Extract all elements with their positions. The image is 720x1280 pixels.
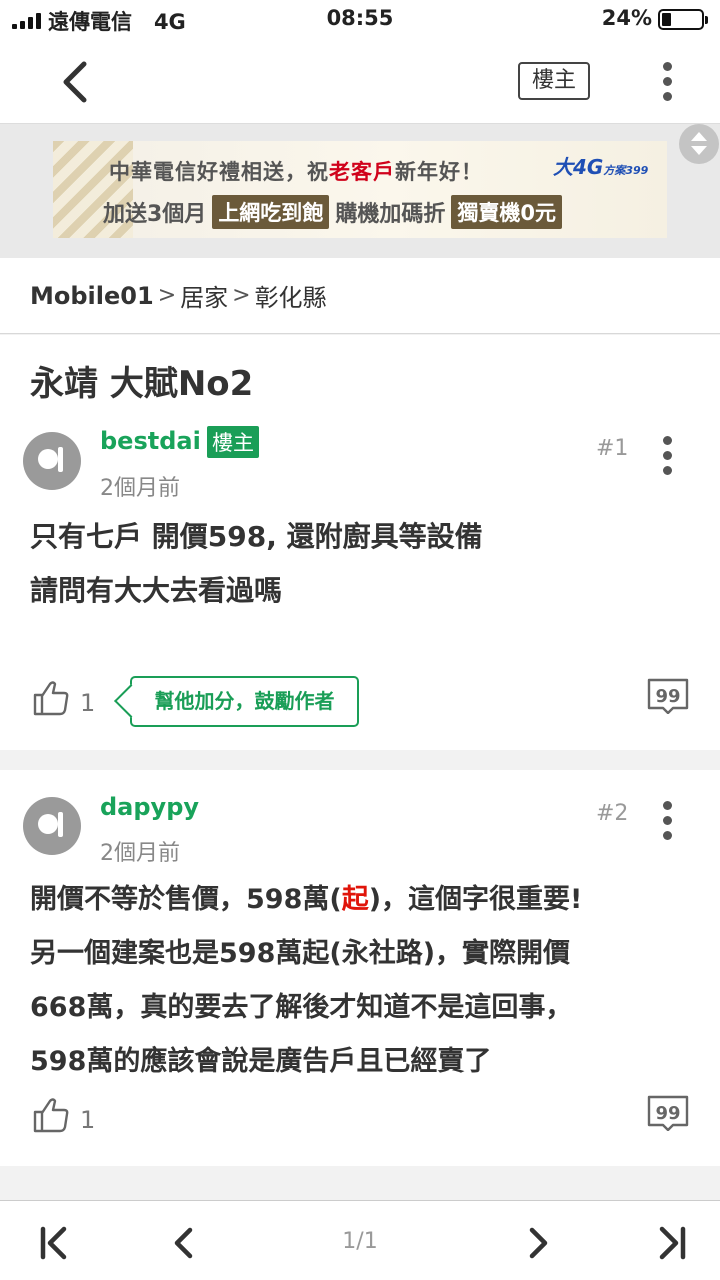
top-nav-bar: 樓主 xyxy=(0,40,720,124)
breadcrumb-separator: > xyxy=(157,283,177,308)
post-username[interactable]: bestdai xyxy=(100,427,201,455)
op-only-button[interactable]: 樓主 xyxy=(518,62,590,100)
breadcrumb: Mobile01 > 居家 > 彰化縣 xyxy=(0,258,720,334)
prev-page-icon[interactable] xyxy=(168,1225,204,1261)
next-page-icon[interactable] xyxy=(518,1225,554,1261)
breadcrumb-item-category[interactable]: 居家 xyxy=(180,278,228,313)
ad-banner[interactable]: 中華電信好禮相送，祝老客戶新年好！ 加送3個月 上網吃到飽 購機加碼折 獨賣機0… xyxy=(53,141,667,238)
quote-reply-icon[interactable]: 99 xyxy=(647,678,689,715)
like-thumb-icon[interactable] xyxy=(32,680,72,716)
pagination-bar: 1/1 xyxy=(0,1200,720,1280)
svg-text:99: 99 xyxy=(655,1103,680,1124)
more-menu-icon[interactable] xyxy=(662,62,672,102)
op-badge: 樓主 xyxy=(207,426,259,458)
like-thumb-icon[interactable] xyxy=(32,1097,72,1133)
ad-offer: 加送3個月 上網吃到飽 購機加碼折 獨賣機0元 xyxy=(103,195,562,229)
post-line: 只有七戶 開價598, 還附廚具等設備 xyxy=(30,520,483,553)
post-line: 開價不等於售價，598萬(起)，這個字很重要! xyxy=(30,884,583,915)
avatar[interactable] xyxy=(23,797,81,855)
like-count: 1 xyxy=(80,689,96,717)
svg-text:99: 99 xyxy=(655,686,680,707)
cheer-author-button[interactable]: 幫他加分，鼓勵作者 xyxy=(130,676,359,727)
last-page-icon[interactable] xyxy=(652,1225,688,1261)
battery-icon xyxy=(658,9,708,30)
status-bar: 遠傳電信 4G 08:55 24% xyxy=(0,0,720,40)
first-page-icon[interactable] xyxy=(38,1225,74,1261)
breadcrumb-item-site[interactable]: Mobile01 xyxy=(30,282,154,310)
post-body: 只有七戶 開價598, 還附廚具等設備 請問有大大去看過嗎 xyxy=(30,510,483,618)
breadcrumb-separator: > xyxy=(232,283,251,308)
ad-brand-logo: 大4G方案399 xyxy=(553,155,649,179)
highlighted-word: 起 xyxy=(341,884,369,915)
post-time: 2個月前 xyxy=(100,476,180,501)
breadcrumb-item-region[interactable]: 彰化縣 xyxy=(255,278,327,313)
post-line: 598萬的應該會說是廣告戶且已經賣了 xyxy=(30,1046,492,1077)
quote-reply-icon[interactable]: 99 xyxy=(647,1095,689,1132)
post-time: 2個月前 xyxy=(100,841,180,866)
ad-headline: 中華電信好禮相送，祝老客戶新年好！ xyxy=(109,160,483,184)
post-line: 另一個建案也是598萬起(永社路)，實際開價 xyxy=(30,938,571,969)
back-icon[interactable] xyxy=(58,60,92,104)
post-line: 668萬，真的要去了解後才知道不是這回事， xyxy=(30,992,573,1023)
post-menu-icon[interactable] xyxy=(662,801,672,841)
ad-collapse-icon[interactable] xyxy=(679,124,719,164)
post-line: 請問有大大去看過嗎 xyxy=(30,574,283,607)
avatar[interactable] xyxy=(23,432,81,490)
floor-number: #1 xyxy=(596,436,629,461)
floor-number: #2 xyxy=(596,801,629,826)
thread-title: 永靖 大賦No2 xyxy=(30,364,254,404)
ad-area: 中華電信好禮相送，祝老客戶新年好！ 加送3個月 上網吃到飽 購機加碼折 獨賣機0… xyxy=(0,124,720,258)
page-indicator: 1/1 xyxy=(342,1229,378,1254)
post-body: 開價不等於售價，598萬(起)，這個字很重要! 另一個建案也是598萬起(永社路… xyxy=(30,873,582,1089)
battery-percent: 24% xyxy=(601,6,652,30)
post-username[interactable]: dapypy xyxy=(100,793,199,821)
like-count: 1 xyxy=(80,1106,96,1134)
post-menu-icon[interactable] xyxy=(662,436,672,476)
